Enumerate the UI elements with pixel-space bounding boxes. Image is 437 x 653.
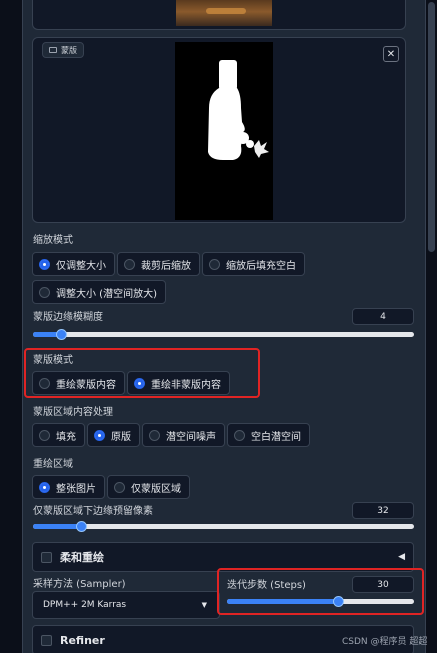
mask-shape bbox=[208, 60, 269, 160]
mask-mode-inpaint-not-masked[interactable]: 重绘非蒙版内容 bbox=[127, 371, 230, 395]
masked-content-label: 蒙版区域内容处理 bbox=[33, 407, 113, 418]
watermark: CSDN @程序员 超超 bbox=[342, 637, 428, 647]
slider-fill bbox=[33, 524, 81, 529]
inpaint-area-label: 重绘区域 bbox=[33, 459, 73, 470]
masked-content-fill[interactable]: 填充 bbox=[32, 423, 85, 447]
radio-selected[interactable] bbox=[39, 481, 50, 493]
resize-mode-group: 仅调整大小 裁剪后缩放 缩放后填充空白 bbox=[32, 252, 307, 276]
mask-label-text: 蒙版 bbox=[61, 45, 77, 55]
steps-slider[interactable] bbox=[227, 596, 414, 607]
image-icon bbox=[49, 47, 57, 53]
resize-option-latent-upscale[interactable]: 调整大小 (潜空间放大) bbox=[32, 280, 166, 304]
resize-option-just-resize[interactable]: 仅调整大小 bbox=[32, 252, 115, 276]
radio-selected[interactable] bbox=[39, 258, 50, 270]
radio[interactable] bbox=[234, 429, 245, 441]
source-image bbox=[176, 0, 272, 26]
resize-option-crop-resize[interactable]: 裁剪后缩放 bbox=[117, 252, 200, 276]
radio[interactable] bbox=[114, 481, 125, 493]
collapse-arrow-icon[interactable]: ◀ bbox=[398, 552, 405, 562]
steps-input[interactable]: 30 bbox=[352, 576, 414, 593]
radio[interactable] bbox=[124, 258, 135, 270]
masked-content-group: 填充 原版 潜空间噪声 空白潜空间 bbox=[32, 423, 312, 447]
padding-label: 仅蒙版区域下边缘预留像素 bbox=[33, 506, 153, 517]
radio[interactable] bbox=[39, 286, 50, 298]
scrollbar-thumb[interactable] bbox=[428, 2, 435, 252]
inpaint-area-only-masked[interactable]: 仅蒙版区域 bbox=[107, 475, 190, 499]
resize-mode-group-row2: 调整大小 (潜空间放大) bbox=[32, 280, 168, 304]
resize-option-resize-fill[interactable]: 缩放后填充空白 bbox=[202, 252, 305, 276]
close-icon[interactable]: ✕ bbox=[383, 46, 399, 62]
masked-content-latent-noise[interactable]: 潜空间噪声 bbox=[142, 423, 225, 447]
sampler-label: 采样方法 (Sampler) bbox=[33, 579, 126, 590]
sampler-value: DPM++ 2M Karras bbox=[43, 600, 127, 610]
mask-canvas[interactable] bbox=[175, 42, 273, 220]
slider-thumb[interactable] bbox=[333, 596, 344, 607]
mask-mode-label: 蒙版模式 bbox=[33, 355, 73, 366]
radio[interactable] bbox=[39, 429, 50, 441]
refiner-checkbox[interactable] bbox=[41, 634, 52, 646]
soft-inpainting-title: 柔和重绘 bbox=[60, 551, 104, 564]
mask-mode-group: 重绘蒙版内容 重绘非蒙版内容 bbox=[32, 371, 232, 395]
mask-blur-input[interactable]: 4 bbox=[352, 308, 414, 325]
inpaint-area-whole-picture[interactable]: 整张图片 bbox=[32, 475, 105, 499]
masked-content-original[interactable]: 原版 bbox=[87, 423, 140, 447]
sampler-dropdown[interactable]: DPM++ 2M Karras ▼ bbox=[32, 591, 220, 619]
mask-blur-label: 蒙版边缘模糊度 bbox=[33, 312, 103, 323]
slider-fill bbox=[227, 599, 339, 604]
mask-label-badge: 蒙版 bbox=[42, 42, 84, 58]
inpaint-area-group: 整张图片 仅蒙版区域 bbox=[32, 475, 192, 499]
steps-label: 迭代步数 (Steps) bbox=[227, 580, 306, 591]
refiner-title: Refiner bbox=[60, 633, 105, 647]
radio-selected[interactable] bbox=[94, 429, 105, 441]
chevron-down-icon: ▼ bbox=[201, 601, 207, 609]
slider-thumb[interactable] bbox=[76, 521, 87, 532]
mask-mode-inpaint-masked[interactable]: 重绘蒙版内容 bbox=[32, 371, 125, 395]
slider-thumb[interactable] bbox=[56, 329, 67, 340]
masked-content-latent-nothing[interactable]: 空白潜空间 bbox=[227, 423, 310, 447]
radio[interactable] bbox=[149, 429, 160, 441]
padding-slider[interactable] bbox=[33, 521, 414, 532]
radio[interactable] bbox=[209, 258, 220, 270]
padding-input[interactable]: 32 bbox=[352, 502, 414, 519]
mask-blur-slider[interactable] bbox=[33, 329, 414, 340]
radio-selected[interactable] bbox=[134, 377, 145, 389]
resize-mode-label: 缩放模式 bbox=[33, 235, 73, 246]
radio[interactable] bbox=[39, 377, 50, 389]
soft-inpainting-checkbox[interactable] bbox=[41, 551, 52, 563]
